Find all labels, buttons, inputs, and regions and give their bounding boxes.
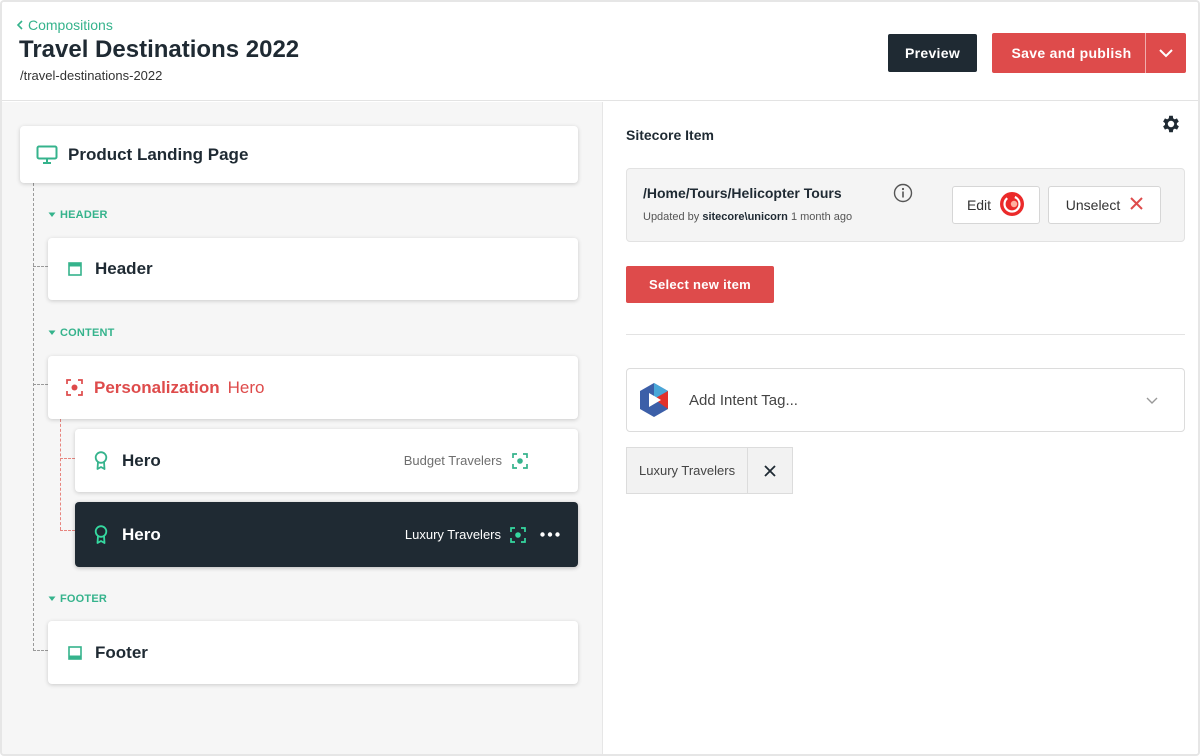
unselect-label: Unselect	[1065, 197, 1121, 213]
caret-down-icon	[48, 330, 56, 335]
tree-root-card[interactable]: Product Landing Page	[20, 126, 578, 183]
info-icon[interactable]	[893, 183, 913, 208]
remove-tag-button[interactable]	[748, 448, 792, 493]
tree-connector	[60, 458, 75, 459]
tree-connector	[60, 530, 75, 531]
intent-tag-chip: Luxury Travelers	[626, 447, 794, 494]
variant-audience-label: Luxury Travelers	[404, 527, 501, 542]
header-block-icon	[68, 262, 82, 276]
page-title: Travel Destinations 2022	[19, 36, 300, 63]
audience-target-icon[interactable]	[512, 452, 528, 469]
variant-title: Hero	[122, 524, 161, 544]
close-icon	[1130, 197, 1143, 213]
close-icon	[764, 464, 776, 477]
sitecore-item-heading: Sitecore Item	[626, 127, 714, 143]
audience-target-icon[interactable]	[510, 526, 526, 543]
section-header-text: HEADER	[60, 209, 108, 221]
tree-item-personalization[interactable]: Personalization Hero	[48, 356, 578, 419]
item-path: /Home/Tours/Helicopter Tours	[643, 185, 842, 201]
section-content-text: CONTENT	[60, 327, 115, 339]
tree-item-footer[interactable]: Footer	[48, 621, 578, 684]
preview-button[interactable]: Preview	[888, 34, 977, 72]
variant-title: Hero	[122, 450, 161, 470]
breadcrumb-link[interactable]: Compositions	[16, 17, 113, 33]
item-updated-meta: Updated by sitecore\unicorn 1 month ago	[643, 211, 852, 223]
caret-down-icon	[48, 212, 56, 217]
tree-item-header[interactable]: Header	[48, 238, 578, 300]
footer-block-icon	[68, 645, 82, 660]
chevron-down-icon	[1146, 391, 1158, 409]
save-and-publish-button[interactable]: Save and publish	[992, 33, 1186, 73]
section-label-footer[interactable]: FOOTER	[48, 593, 107, 605]
updated-when: 1 month ago	[790, 211, 853, 223]
variant-audience-label: Budget Travelers	[403, 453, 502, 468]
monitor-icon	[36, 145, 58, 164]
gear-icon[interactable]	[1160, 113, 1182, 140]
variant-card-budget-travelers[interactable]: Hero Budget Travelers	[75, 429, 578, 492]
edit-button[interactable]: Edit	[952, 186, 1040, 224]
chevron-left-icon	[16, 20, 23, 30]
edit-label: Edit	[966, 197, 992, 213]
sitecore-logo-icon	[999, 191, 1025, 220]
publish-options-toggle[interactable]	[1146, 33, 1186, 73]
unselect-button[interactable]: Unselect	[1048, 186, 1161, 224]
composition-tree-panel: Product Landing Page HEADER Header CONTE…	[2, 102, 603, 754]
more-options-icon[interactable]	[540, 532, 560, 537]
tree-connector	[33, 266, 48, 267]
updated-by: sitecore\unicorn	[702, 211, 788, 223]
tree-item-footer-title: Footer	[95, 642, 148, 662]
breadcrumb-label: Compositions	[28, 17, 113, 33]
properties-panel: Sitecore Item /Home/Tours/Helicopter Tou…	[604, 102, 1198, 754]
section-label-header[interactable]: HEADER	[48, 209, 108, 221]
save-and-publish-label: Save and publish	[1011, 45, 1132, 61]
section-footer-text: FOOTER	[60, 593, 108, 605]
intent-tag-placeholder: Add Intent Tag...	[689, 391, 798, 409]
sitecore-item-card: /Home/Tours/Helicopter Tours Updated by …	[626, 168, 1185, 242]
tree-connector	[33, 650, 48, 651]
caret-down-icon	[48, 596, 56, 601]
app-frame: Compositions Travel Destinations 2022 /t…	[0, 0, 1200, 756]
tree-root-title: Product Landing Page	[68, 144, 249, 164]
tree-connector	[33, 384, 48, 385]
intent-tag-dropdown[interactable]: Add Intent Tag...	[626, 368, 1185, 432]
page-slug: /travel-destinations-2022	[20, 68, 163, 83]
tree-item-personalization-title: Personalization	[94, 377, 220, 397]
variant-card-luxury-travelers[interactable]: Hero Luxury Travelers	[75, 502, 578, 567]
award-ribbon-icon	[94, 525, 108, 544]
personalization-target-icon	[66, 379, 83, 396]
tree-connector	[33, 183, 34, 651]
chevron-down-icon	[1159, 48, 1173, 57]
tree-item-header-title: Header	[95, 259, 153, 278]
intent-logo-icon	[639, 382, 669, 418]
select-new-item-button[interactable]: Select new item	[626, 266, 774, 303]
tree-item-personalization-component: Hero	[227, 377, 265, 397]
award-ribbon-icon	[94, 451, 108, 470]
tree-connector	[60, 419, 61, 530]
updated-prefix: Updated by	[643, 211, 700, 223]
top-bar: Compositions Travel Destinations 2022 /t…	[2, 2, 1198, 101]
section-divider	[626, 334, 1185, 335]
section-label-content[interactable]: CONTENT	[48, 327, 115, 339]
tag-label: Luxury Travelers	[627, 448, 749, 493]
